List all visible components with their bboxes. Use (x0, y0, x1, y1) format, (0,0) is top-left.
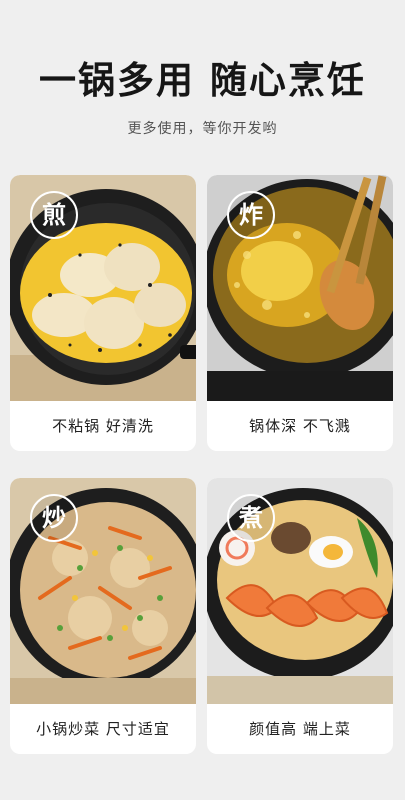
caption-good-looks: 颜值高 端上菜 (249, 720, 351, 738)
badge-fry-pan: 煎 (30, 191, 78, 239)
photo-dumplings-pan: 煎 (10, 175, 196, 401)
card-deep-fry: 炸 锅体深 不飞溅 (207, 175, 393, 451)
badge-stir-fry: 炒 (30, 494, 78, 542)
caption-nonstick: 不粘锅 好清洗 (52, 417, 154, 435)
caption-deep-body: 锅体深 不飞溅 (249, 417, 351, 435)
photo-deep-fry-pan: 炸 (207, 175, 393, 401)
badge-boil: 煮 (227, 494, 275, 542)
card-stir-fry: 炒 小锅炒菜 尺寸适宜 (10, 478, 196, 754)
card-boil: 煮 颜值高 端上菜 (207, 478, 393, 754)
photo-fried-rice-pan: 炒 (10, 478, 196, 704)
caption-small-pan: 小锅炒菜 尺寸适宜 (36, 720, 170, 738)
photo-ramen-pan: 煮 (207, 478, 393, 704)
page-subtitle: 更多使用，等你开发哟 (127, 121, 278, 137)
badge-deep-fry: 炸 (227, 191, 275, 239)
card-fry-dumplings: 煎 不粘锅 好清洗 (10, 175, 196, 451)
page-title: 一锅多用 随心烹饪 (39, 59, 366, 102)
